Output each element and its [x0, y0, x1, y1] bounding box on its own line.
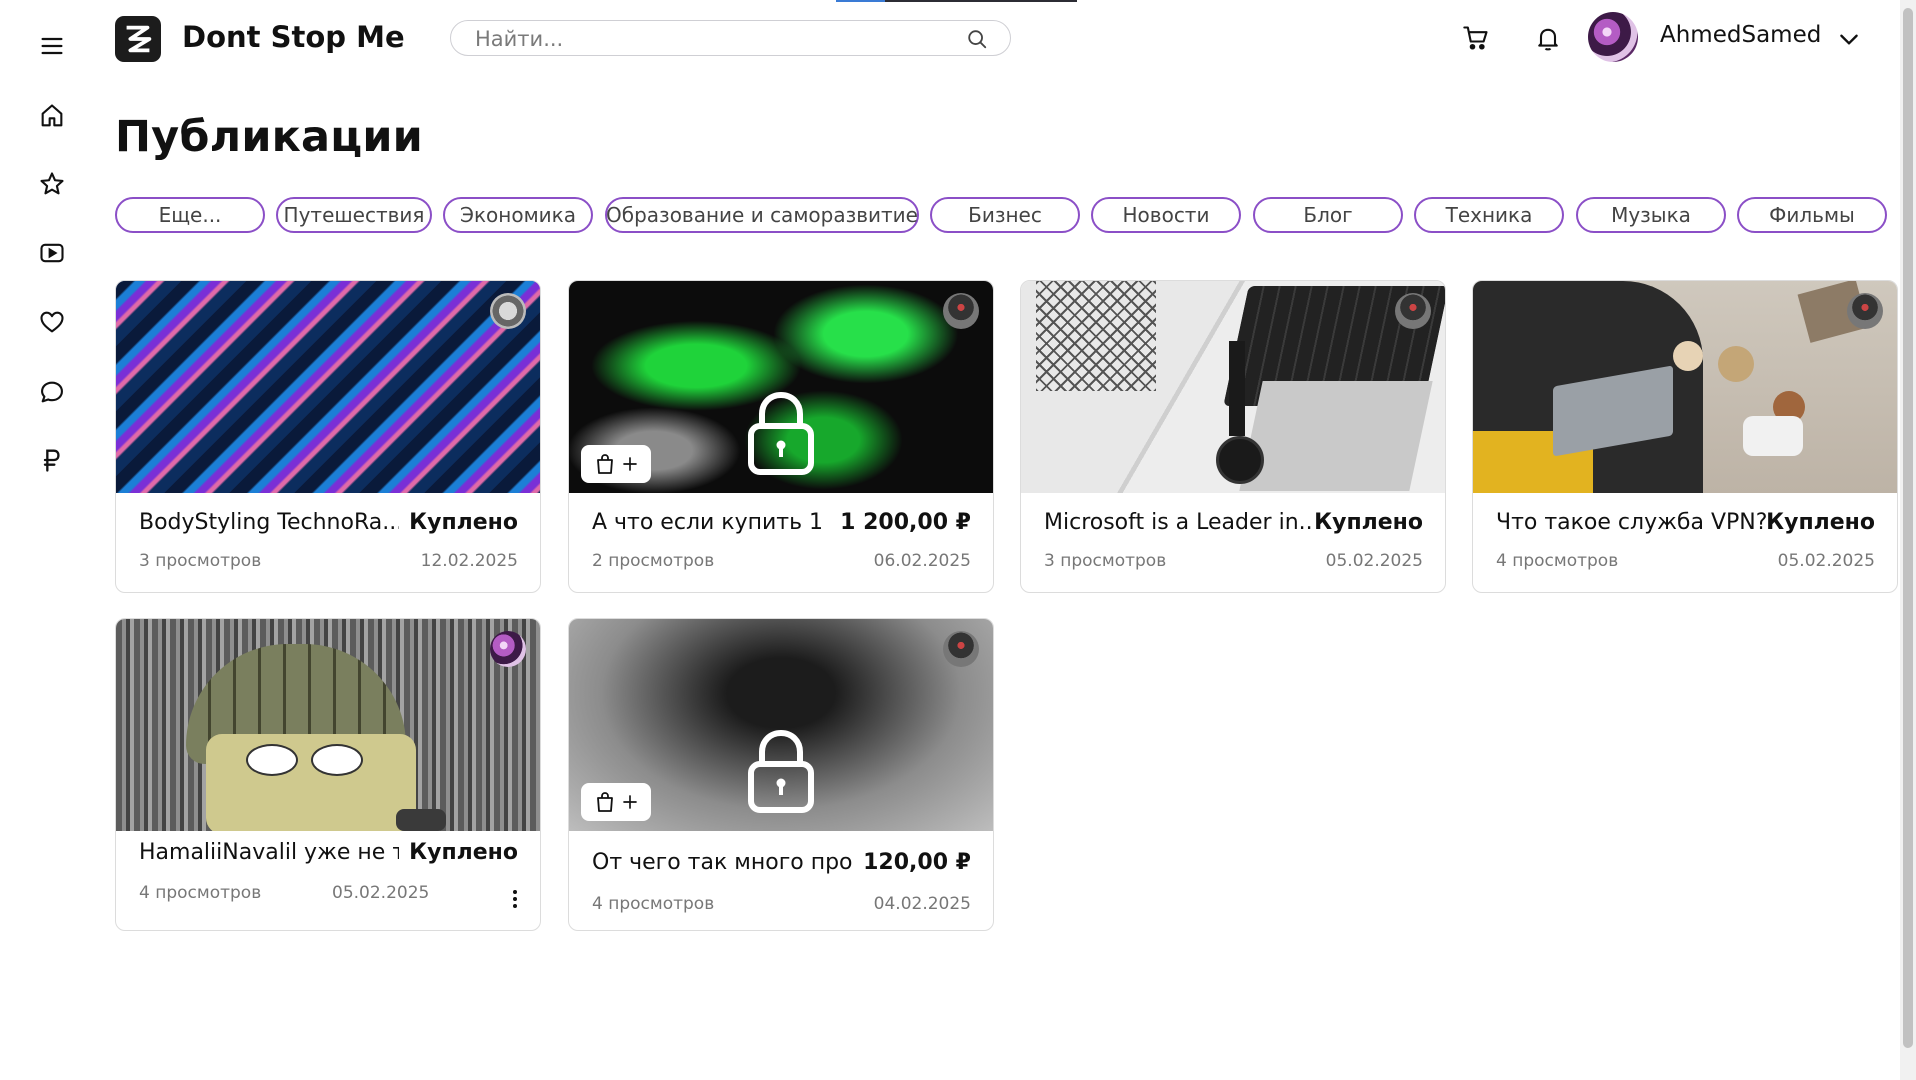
lock-icon [748, 729, 814, 813]
search-input[interactable] [473, 25, 957, 53]
logo-icon [126, 25, 152, 53]
ruble-icon[interactable] [36, 444, 68, 476]
user-avatar[interactable] [1588, 12, 1638, 62]
star-icon[interactable] [36, 168, 68, 200]
post-status: Куплено [409, 510, 518, 535]
chevron-down-icon[interactable] [1836, 26, 1862, 52]
category-chip-more[interactable]: Еще... [115, 197, 265, 233]
category-chip-travel[interactable]: Путешествия [276, 197, 432, 233]
menu-icon[interactable] [36, 30, 68, 62]
plus-icon [623, 457, 637, 471]
category-chip-economics[interactable]: Экономика [443, 197, 593, 233]
scrollbar-thumb[interactable] [1903, 8, 1913, 1048]
post-price: 120,00 ₽ [863, 850, 971, 875]
add-to-cart-button[interactable] [581, 783, 651, 821]
chat-icon[interactable] [36, 376, 68, 408]
page-title: Публикации [115, 112, 423, 162]
search-icon[interactable] [966, 28, 988, 50]
post-card[interactable]: Microsoft is a Leader in... Куплено 3 пр… [1020, 280, 1446, 593]
plus-icon [623, 795, 637, 809]
author-avatar[interactable] [943, 631, 979, 667]
bell-icon[interactable] [1532, 22, 1564, 54]
post-date: 05.02.2025 [332, 883, 430, 903]
post-status: Куплено [1766, 510, 1875, 535]
post-title: Microsoft is a Leader in... [1044, 510, 1314, 535]
post-image [116, 281, 540, 493]
category-chip-education[interactable]: Образование и саморазвитие [605, 197, 919, 233]
post-title: А что если купить 1... [592, 510, 822, 535]
more-options-icon[interactable] [508, 887, 522, 911]
post-date: 05.02.2025 [1777, 551, 1875, 571]
category-chip-music[interactable]: Музыка [1576, 197, 1726, 233]
home-icon[interactable] [36, 100, 68, 132]
post-views: 2 просмотров [592, 551, 715, 571]
video-icon[interactable] [36, 237, 68, 269]
post-card[interactable]: От чего так много про... 120,00 ₽ 4 прос… [568, 618, 994, 931]
page-scrollbar[interactable] [1900, 0, 1916, 1080]
heart-icon[interactable] [36, 306, 68, 338]
post-card[interactable]: А что если купить 1... 1 200,00 ₽ 2 прос… [568, 280, 994, 593]
post-views: 4 просмотров [1496, 551, 1619, 571]
cart-icon[interactable] [1460, 22, 1492, 54]
category-chip-news[interactable]: Новости [1091, 197, 1241, 233]
lock-icon [748, 391, 814, 475]
author-avatar[interactable] [1395, 293, 1431, 329]
author-avatar[interactable] [490, 631, 526, 667]
post-image [116, 619, 540, 831]
post-title: HamaliiNavalil уже не т... [139, 840, 399, 865]
post-card[interactable]: Что такое служба VPN? Куплено 4 просмотр… [1472, 280, 1898, 593]
post-title: От чего так много про... [592, 850, 852, 875]
author-avatar[interactable] [943, 293, 979, 329]
category-chip-movies[interactable]: Фильмы [1737, 197, 1887, 233]
page-loading-bar [836, 0, 1077, 2]
search-bar[interactable] [450, 20, 1011, 56]
app-name[interactable]: Dont Stop Me [182, 20, 405, 54]
post-card[interactable]: HamaliiNavalil уже не т... Куплено 4 про… [115, 618, 541, 931]
app-logo[interactable] [115, 16, 161, 62]
post-card[interactable]: BodyStyling TechnoRa... Куплено 3 просмо… [115, 280, 541, 593]
post-title: BodyStyling TechnoRa... [139, 510, 399, 535]
category-chip-blog[interactable]: Блог [1253, 197, 1403, 233]
post-date: 12.02.2025 [420, 551, 518, 571]
post-title: Что такое служба VPN? [1496, 510, 1766, 535]
post-date: 06.02.2025 [873, 551, 971, 571]
post-date: 05.02.2025 [1325, 551, 1423, 571]
shopping-bag-icon [597, 792, 613, 812]
post-views: 3 просмотров [139, 551, 262, 571]
category-chip-tech[interactable]: Техника [1414, 197, 1564, 233]
post-date: 04.02.2025 [873, 894, 971, 914]
category-chip-business[interactable]: Бизнес [930, 197, 1080, 233]
post-image [1473, 281, 1897, 493]
user-name[interactable]: AhmedSamed [1660, 22, 1821, 48]
post-status: Куплено [1314, 510, 1423, 535]
author-avatar[interactable] [490, 293, 526, 329]
post-status: Куплено [409, 840, 518, 865]
shopping-bag-icon [597, 454, 613, 474]
post-views: 4 просмотров [139, 883, 262, 903]
post-views: 4 просмотров [592, 894, 715, 914]
add-to-cart-button[interactable] [581, 445, 651, 483]
post-price: 1 200,00 ₽ [840, 510, 971, 535]
author-avatar[interactable] [1847, 293, 1883, 329]
post-views: 3 просмотров [1044, 551, 1167, 571]
post-image [1021, 281, 1445, 493]
